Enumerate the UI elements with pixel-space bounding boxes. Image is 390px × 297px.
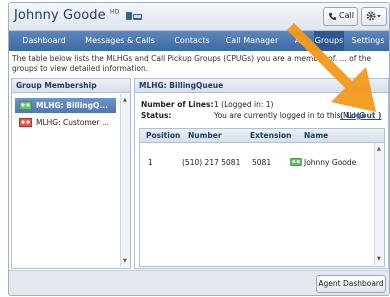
page-description: The table below lists the MLHGs and Call… <box>12 54 372 73</box>
members-table-scrollbar[interactable]: ▲ ▼ <box>374 143 384 265</box>
group-icon <box>19 101 32 110</box>
main-nav: Dashboard Messages & Calls Contacts Call… <box>9 31 389 51</box>
group-membership-heading: Group Membership <box>12 79 130 93</box>
tab-groups[interactable]: Groups <box>314 31 344 51</box>
cell-name: Johnny Goode <box>304 158 357 167</box>
tab-contacts[interactable]: Contacts <box>167 31 217 51</box>
agent-dashboard-button[interactable]: Agent Dashboard <box>316 275 386 293</box>
scroll-down-icon[interactable]: ▼ <box>123 258 127 264</box>
column-header-extension[interactable]: Extension <box>250 131 292 140</box>
members-table-header: Position Number Extension Name <box>140 129 384 143</box>
settings-menu-button[interactable] <box>361 7 387 26</box>
member-icon <box>290 158 302 166</box>
group-item-label: MLHG: BillingQ... <box>36 101 108 110</box>
gear-icon <box>366 11 381 21</box>
tab-settings[interactable]: Settings <box>347 31 389 51</box>
group-list-scrollbar[interactable]: ▲ ▼ <box>120 94 130 267</box>
app-window: Johnny Goode HD Call Dashboard Messages … <box>8 2 390 296</box>
column-header-number[interactable]: Number <box>188 131 222 140</box>
group-detail-panel: MLHG: BillingQueue Number of Lines: 1 (L… <box>134 78 389 269</box>
title-bar: Johnny Goode HD Call <box>9 3 389 31</box>
scroll-up-icon[interactable]: ▲ <box>123 97 127 103</box>
cell-extension: 5081 <box>252 158 272 167</box>
group-detail-heading: MLHG: BillingQueue <box>135 79 388 93</box>
call-button-label: Call <box>339 11 354 20</box>
user-name: Johnny Goode <box>14 8 106 23</box>
members-table: Position Number Extension Name 1 (510) 2… <box>139 128 385 267</box>
devices-icon <box>125 12 142 20</box>
footer-bar: Agent Dashboard <box>9 270 389 295</box>
tab-messages-calls[interactable]: Messages & Calls <box>75 31 165 51</box>
tab-apps[interactable]: Ap <box>287 31 313 51</box>
group-item-customer[interactable]: MLHG: Customer ... <box>15 115 116 130</box>
cell-position: 1 <box>148 158 153 167</box>
column-header-name[interactable]: Name <box>304 131 328 140</box>
scroll-down-icon[interactable]: ▼ <box>377 256 381 262</box>
hd-badge: HD <box>110 8 120 16</box>
status-label: Status: <box>141 111 172 120</box>
tab-call-manager[interactable]: Call Manager <box>219 31 285 51</box>
group-item-billingqueue[interactable]: MLHG: BillingQ... <box>15 98 116 113</box>
cell-number: (510) 217 5081 <box>182 158 241 167</box>
lines-value: 1 (Logged in: 1) <box>214 100 274 109</box>
tab-dashboard[interactable]: Dashboard <box>15 31 73 51</box>
phone-icon <box>328 12 337 21</box>
scroll-up-icon[interactable]: ▲ <box>377 146 381 152</box>
group-icon <box>19 118 32 127</box>
column-header-position[interactable]: Position <box>146 131 180 140</box>
group-membership-panel: Group Membership MLHG: BillingQ... MLHG:… <box>11 78 131 269</box>
group-item-label: MLHG: Customer ... <box>36 118 109 127</box>
app-title: Johnny Goode HD <box>14 8 142 23</box>
logout-link[interactable]: ( Logout ) <box>340 111 381 120</box>
call-button[interactable]: Call <box>323 7 358 26</box>
lines-label: Number of Lines: <box>141 100 214 109</box>
